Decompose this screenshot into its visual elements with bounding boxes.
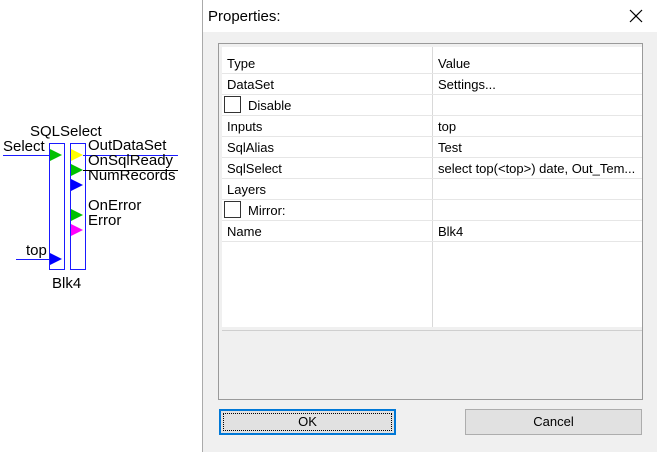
output-port-outdataset[interactable]	[71, 149, 83, 161]
diagram-canvas[interactable]: SQLSelect Select top OutDataSet OnSqlRea…	[0, 0, 202, 452]
grid-header: Type Value	[222, 53, 642, 74]
property-name: DataSet	[227, 77, 274, 92]
header-value: Value	[438, 56, 471, 71]
output-port-numrecords[interactable]	[71, 179, 83, 191]
property-name: Name	[227, 224, 262, 239]
property-name: SqlSelect	[227, 161, 282, 176]
focus-rect	[223, 413, 392, 431]
input-wire-top	[16, 259, 50, 260]
output-label-numrecords: NumRecords	[88, 167, 176, 184]
description-pane	[222, 332, 642, 396]
property-name: Disable	[248, 98, 292, 113]
property-name: SqlAlias	[227, 140, 274, 155]
dialog-title: Properties:	[208, 8, 281, 25]
property-value[interactable]: Blk4	[438, 224, 638, 239]
ok-button[interactable]: OK	[219, 409, 396, 435]
property-row-layers[interactable]: Layers	[222, 179, 642, 200]
block-output-column	[70, 143, 86, 270]
cancel-button-label: Cancel	[533, 414, 574, 429]
input-label-select: Select	[3, 138, 45, 155]
property-row-inputs[interactable]: Inputs top	[222, 116, 642, 137]
close-icon[interactable]	[624, 4, 648, 28]
output-port-onsqlready[interactable]	[71, 164, 83, 176]
input-port-top[interactable]	[50, 253, 62, 265]
property-row-sqlselect[interactable]: SqlSelect select top(<top>) date, Out_Te…	[222, 158, 642, 179]
property-row-name[interactable]: Name Blk4	[222, 221, 642, 242]
property-row-sqlalias[interactable]: SqlAlias Test	[222, 137, 642, 158]
output-label-onerror: OnError	[88, 197, 142, 214]
property-grid-frame: Type Value DataSet Settings... Disable I…	[218, 43, 643, 400]
property-name: Layers	[227, 182, 267, 197]
cancel-button[interactable]: Cancel	[465, 409, 642, 435]
property-name: Inputs	[227, 119, 263, 134]
block-name: Blk4	[52, 275, 82, 292]
property-value[interactable]: Test	[438, 140, 638, 155]
property-name: Mirror:	[248, 203, 286, 218]
property-value[interactable]: select top(<top>) date, Out_Tem...	[438, 161, 638, 176]
dialog-titlebar[interactable]: Properties:	[203, 0, 657, 32]
description-separator	[222, 330, 642, 331]
output-label-onsqlready: OnSqlReady	[88, 152, 174, 169]
property-row-disable[interactable]: Disable	[222, 95, 642, 116]
property-value[interactable]: Settings...	[438, 77, 638, 92]
disable-checkbox[interactable]	[224, 96, 241, 113]
output-label-outdataset: OutDataSet	[88, 137, 167, 154]
header-type: Type	[227, 56, 256, 71]
property-row-dataset[interactable]: DataSet Settings...	[222, 74, 642, 95]
property-row-mirror[interactable]: Mirror:	[222, 200, 642, 221]
block-body[interactable]	[49, 143, 65, 270]
input-wire-select	[3, 155, 50, 156]
output-port-onerror[interactable]	[71, 209, 83, 221]
input-port-select[interactable]	[50, 149, 62, 161]
mirror-checkbox[interactable]	[224, 201, 241, 218]
output-label-error: Error	[88, 212, 122, 229]
property-value[interactable]: top	[438, 119, 638, 134]
property-grid[interactable]: Type Value DataSet Settings... Disable I…	[222, 47, 642, 327]
properties-dialog: Properties: Type Value DataSet Settings.…	[202, 0, 657, 452]
output-port-error[interactable]	[71, 224, 83, 236]
input-label-top: top	[26, 242, 47, 259]
